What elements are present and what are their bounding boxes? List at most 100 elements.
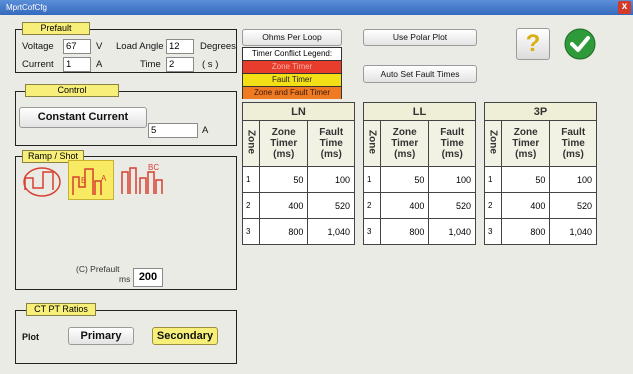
ll-zone-timer-cell[interactable]: 50 — [379, 166, 430, 193]
ln-fault-time-cell[interactable]: 100 — [307, 166, 355, 193]
help-icon: ? — [525, 30, 541, 57]
ln-zone-header-text: Zone — [245, 130, 257, 154]
ll-zone-cell: 3 — [363, 218, 381, 245]
table-row: 1 50 100 — [242, 166, 355, 193]
load-angle-label: Load Angle — [116, 41, 164, 52]
voltage-unit: V — [96, 41, 103, 52]
ln-table-title: LN — [242, 102, 355, 121]
current-input[interactable]: 1 — [63, 57, 91, 72]
3p-table: 3P Zone Zone Timer (ms) Fault Time (ms) … — [484, 102, 597, 245]
ln-zone-timer-cell[interactable]: 400 — [258, 192, 309, 219]
control-title: Control — [25, 84, 119, 97]
3p-fault-time-header: Fault Time (ms) — [549, 120, 597, 167]
3p-zone-timer-cell[interactable]: 400 — [500, 192, 551, 219]
ln-zone-header: Zone — [242, 120, 260, 167]
ll-zone-timer-cell[interactable]: 800 — [379, 218, 430, 245]
auto-set-fault-times-button[interactable]: Auto Set Fault Times — [363, 65, 477, 83]
ln-zone-timer-header: Zone Timer (ms) — [258, 120, 309, 167]
table-row: 3 800 1,040 — [484, 218, 597, 245]
voltage-label: Voltage — [22, 41, 54, 52]
phase-bc-label: BC — [148, 163, 159, 172]
prefault-title: Prefault — [22, 22, 90, 35]
table-row: 3 800 1,040 — [242, 218, 355, 245]
ll-zone-timer-header: Zone Timer (ms) — [379, 120, 430, 167]
time-unit: ( s ) — [202, 59, 219, 70]
table-row: 2 400 520 — [484, 192, 597, 219]
ohms-per-loop-button[interactable]: Ohms Per Loop — [242, 29, 342, 46]
3p-table-title: 3P — [484, 102, 597, 121]
3p-zone-timer-header: Zone Timer (ms) — [500, 120, 551, 167]
3p-zone-cell: 2 — [484, 192, 502, 219]
ln-zone-cell: 3 — [242, 218, 260, 245]
time-label: Time — [140, 59, 161, 70]
control-current-unit: A — [202, 125, 209, 136]
legend-zone-timer: Zone Timer — [243, 60, 341, 73]
timer-conflict-legend: Timer Conflict Legend: Zone Timer Fault … — [242, 47, 342, 99]
phase-a-label: A — [101, 174, 107, 183]
ln-table: LN Zone Zone Timer (ms) Fault Time (ms) … — [242, 102, 355, 245]
3p-fault-time-cell[interactable]: 100 — [549, 166, 597, 193]
multi-shot-icon[interactable]: BC — [118, 160, 168, 200]
shot-mode-icon[interactable]: B A — [68, 160, 114, 200]
legend-title: Timer Conflict Legend: — [251, 49, 333, 58]
ll-zone-timer-cell[interactable]: 400 — [379, 192, 430, 219]
checkmark-icon — [564, 28, 596, 60]
ok-button[interactable] — [564, 28, 596, 60]
3p-fault-time-cell[interactable]: 520 — [549, 192, 597, 219]
3p-zone-header-text: Zone — [487, 130, 499, 154]
ln-fault-time-cell[interactable]: 1,040 — [307, 218, 355, 245]
ll-fault-time-cell[interactable]: 520 — [428, 192, 476, 219]
load-angle-input[interactable]: 12 — [166, 39, 194, 54]
voltage-input[interactable]: 67 — [63, 39, 91, 54]
ll-zone-header: Zone — [363, 120, 381, 167]
title-bar: MprtCofCfg x — [0, 0, 633, 15]
legend-fault-timer: Fault Timer — [243, 73, 341, 86]
table-row: 3 800 1,040 — [363, 218, 476, 245]
3p-zone-timer-cell[interactable]: 50 — [500, 166, 551, 193]
current-unit: A — [96, 59, 103, 70]
ll-table: LL Zone Zone Timer (ms) Fault Time (ms) … — [363, 102, 476, 245]
ll-fault-time-cell[interactable]: 100 — [428, 166, 476, 193]
time-input[interactable]: 2 — [166, 57, 194, 72]
ll-fault-time-header: Fault Time (ms) — [428, 120, 476, 167]
ctpt-title: CT PT Ratios — [26, 303, 96, 316]
ln-zone-timer-cell[interactable]: 50 — [258, 166, 309, 193]
ll-table-title: LL — [363, 102, 476, 121]
control-current-input[interactable]: 5 — [148, 123, 198, 138]
window-title: MprtCofCfg — [6, 3, 47, 12]
config-window: MprtCofCfg x Prefault Voltage 67 V Load … — [0, 0, 633, 374]
ln-zone-timer-cell[interactable]: 800 — [258, 218, 309, 245]
ln-fault-time-cell[interactable]: 520 — [307, 192, 355, 219]
constant-current-button[interactable]: Constant Current — [19, 107, 147, 128]
load-angle-unit: Degrees — [200, 41, 236, 52]
ln-zone-cell: 2 — [242, 192, 260, 219]
3p-fault-time-cell[interactable]: 1,040 — [549, 218, 597, 245]
use-polar-plot-button[interactable]: Use Polar Plot — [363, 29, 477, 46]
table-row: 1 50 100 — [363, 166, 476, 193]
prefault-ms-input[interactable]: 200 — [133, 268, 163, 287]
ll-zone-header-text: Zone — [366, 130, 378, 154]
3p-zone-timer-cell[interactable]: 800 — [500, 218, 551, 245]
prefault-ms-label: (C) Prefault — [76, 264, 120, 274]
legend-zone-fault-timer: Zone and Fault Timer — [243, 86, 341, 99]
3p-zone-header: Zone — [484, 120, 502, 167]
secondary-button[interactable]: Secondary — [152, 327, 218, 345]
3p-zone-cell: 1 — [484, 166, 502, 193]
ll-fault-time-cell[interactable]: 1,040 — [428, 218, 476, 245]
phase-b-label: B — [81, 176, 86, 185]
ramp-mode-icon[interactable] — [19, 160, 65, 200]
table-row: 2 400 520 — [242, 192, 355, 219]
ln-fault-time-header: Fault Time (ms) — [307, 120, 355, 167]
table-row: 2 400 520 — [363, 192, 476, 219]
plot-label: Plot — [22, 332, 39, 342]
primary-button[interactable]: Primary — [68, 327, 134, 345]
close-icon[interactable]: x — [618, 1, 631, 14]
help-button[interactable]: ? — [516, 28, 550, 60]
ln-zone-cell: 1 — [242, 166, 260, 193]
3p-zone-cell: 3 — [484, 218, 502, 245]
ll-zone-cell: 1 — [363, 166, 381, 193]
current-label: Current — [22, 59, 54, 70]
prefault-ms-unit: ms — [119, 274, 131, 284]
table-row: 1 50 100 — [484, 166, 597, 193]
ll-zone-cell: 2 — [363, 192, 381, 219]
